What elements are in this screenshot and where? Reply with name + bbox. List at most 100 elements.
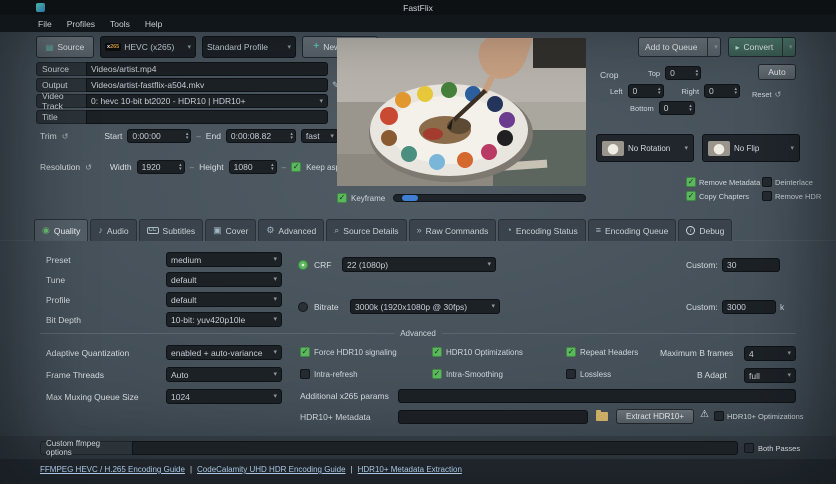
menu-profiles[interactable]: Profiles: [67, 19, 95, 29]
max-b-frames-select[interactable]: 4: [744, 346, 796, 361]
preview-slider[interactable]: [393, 194, 586, 202]
tab-advanced[interactable]: ⚙ Advanced: [258, 219, 325, 241]
add-to-queue-button[interactable]: Add to Queue: [638, 37, 722, 57]
menu-tools[interactable]: Tools: [110, 19, 130, 29]
deinterlace-checkbox[interactable]: [762, 177, 772, 187]
ffmpeg-guide-link[interactable]: FFMPEG HEVC / H.265 Encoding Guide: [40, 465, 185, 474]
trim-end-input[interactable]: 0:00:08.82: [225, 129, 296, 143]
bitrate-select[interactable]: 3000k (1920x1080p @ 30fps): [350, 299, 500, 314]
slider-handle[interactable]: [402, 195, 419, 201]
source-input[interactable]: [86, 62, 328, 76]
spinner-icon[interactable]: [271, 163, 274, 171]
trim-start-input[interactable]: 0:00:00: [127, 129, 192, 143]
aq-select[interactable]: enabled + auto-variance: [166, 345, 282, 360]
bit-depth-select[interactable]: 10-bit: yuv420p10le: [166, 312, 282, 327]
hdr10plus-extraction-link[interactable]: HDR10+ Metadata Extraction: [358, 465, 462, 474]
x265-params-input[interactable]: [398, 389, 796, 403]
x265-badge-icon: x 265: [105, 43, 122, 51]
chevron-down-icon: [790, 145, 794, 152]
tune-select[interactable]: default: [166, 272, 282, 287]
tab-subtitles[interactable]: CC Subtitles: [138, 219, 204, 241]
output-input[interactable]: [86, 78, 328, 92]
b-adapt-label: B Adapt: [697, 370, 727, 380]
crop-top-label: Top: [648, 68, 661, 78]
crop-top-input[interactable]: 0: [665, 66, 702, 80]
intra-smoothing-checkbox[interactable]: [432, 369, 442, 379]
intra-smoothing-row: Intra-Smoothing: [432, 369, 503, 379]
menu-help[interactable]: Help: [145, 19, 162, 29]
convert-button[interactable]: Convert: [728, 37, 797, 57]
tab-raw-commands[interactable]: » Raw Commands: [408, 219, 497, 241]
hdr10plus-optimizations-checkbox[interactable]: [714, 411, 724, 421]
lossless-checkbox[interactable]: [566, 369, 576, 379]
remove-hdr-checkbox[interactable]: [762, 191, 772, 201]
spinner-icon[interactable]: [735, 87, 738, 95]
folder-icon[interactable]: [596, 410, 608, 421]
spinner-icon[interactable]: [696, 69, 699, 77]
tab-audio[interactable]: ♪ Audio: [90, 219, 137, 241]
crf-select[interactable]: 22 (1080p): [342, 257, 496, 272]
bitrate-row: Bitrate 3000k (1920x1080p @ 30fps): [298, 299, 500, 314]
codecalamity-guide-link[interactable]: CodeCalamity UHD HDR Encoding Guide: [197, 465, 346, 474]
tab-source-details[interactable]: ⌕ Source Details: [326, 219, 407, 241]
bitrate-radio[interactable]: [298, 301, 308, 312]
width-input[interactable]: 1920: [136, 160, 185, 174]
encoding-profile-select[interactable]: Standard Profile: [202, 36, 296, 58]
menu-file[interactable]: File: [38, 19, 52, 29]
video-track-select[interactable]: 0: hevc 10-bit bt2020 - HDR10 | HDR10+: [86, 94, 328, 108]
copy-chapters-checkbox[interactable]: [686, 191, 696, 201]
resolution-reset-icon[interactable]: [85, 163, 92, 172]
repeat-headers-checkbox[interactable]: [566, 347, 576, 357]
crop-left-input[interactable]: 0: [627, 84, 664, 98]
flip-select[interactable]: No Flip: [702, 134, 800, 162]
extract-hdr10plus-button[interactable]: Extract HDR10+: [616, 409, 694, 424]
frame-threads-select[interactable]: Auto: [166, 367, 282, 382]
hdr10plus-metadata-input[interactable]: [398, 410, 588, 424]
tab-cover[interactable]: ▣ Cover: [205, 219, 257, 241]
intra-refresh-checkbox[interactable]: [300, 369, 310, 379]
tab-encoding-queue[interactable]: ≡ Encoding Queue: [587, 219, 677, 241]
tab-encoding-status[interactable]: ◔ Encoding Status: [498, 219, 586, 241]
keep-aspect-checkbox[interactable]: [291, 162, 302, 172]
spinner-icon[interactable]: [658, 87, 661, 95]
divider: [441, 333, 796, 334]
crop-bottom-input[interactable]: 0: [658, 101, 695, 115]
crf-radio[interactable]: [298, 259, 308, 270]
tab-quality[interactable]: ◉ Quality: [34, 219, 89, 241]
tab-debug[interactable]: i Debug: [678, 219, 733, 241]
max-muxing-select[interactable]: 1024: [166, 389, 282, 404]
title-bar[interactable]: FastFlix: [0, 0, 836, 15]
height-input[interactable]: 1080: [228, 160, 277, 174]
encoding-profile-value: Standard Profile: [207, 42, 268, 52]
bitrate-custom-input[interactable]: [722, 300, 776, 314]
source-button[interactable]: Source: [36, 36, 94, 58]
preset-select[interactable]: medium: [166, 252, 282, 267]
title-input[interactable]: [86, 110, 328, 124]
rotation-value: No Rotation: [628, 143, 671, 153]
remove-metadata-checkbox[interactable]: [686, 177, 696, 187]
add-to-queue-menu-segment[interactable]: [707, 38, 720, 56]
chevron-down-icon: [273, 296, 277, 303]
crf-custom-input[interactable]: [722, 258, 780, 272]
codec-select[interactable]: x 265 HEVC (x265): [100, 36, 196, 58]
profile-select[interactable]: default: [166, 292, 282, 307]
crop-right-input[interactable]: 0: [704, 84, 741, 98]
rotation-select[interactable]: No Rotation: [596, 134, 694, 162]
keyframe-checkbox[interactable]: [337, 193, 347, 203]
auto-crop-button[interactable]: Auto: [758, 64, 796, 80]
hdr10-optimizations-checkbox[interactable]: [432, 347, 442, 357]
custom-ffmpeg-input[interactable]: [132, 441, 738, 455]
convert-menu-segment[interactable]: [782, 38, 795, 56]
spinner-icon[interactable]: [689, 104, 692, 112]
spinner-icon[interactable]: [186, 132, 189, 140]
force-hdr10-checkbox[interactable]: [300, 347, 310, 357]
trim-reset-icon[interactable]: [62, 132, 69, 141]
b-adapt-select[interactable]: full: [744, 368, 796, 383]
spinner-icon[interactable]: [290, 132, 293, 140]
source-row: Source: [36, 62, 328, 76]
trim-row: Trim Start 0:00:00 End 0:00:08.82 fast: [40, 129, 339, 143]
reset-crop-button[interactable]: Reset: [752, 90, 781, 99]
trim-speed-select[interactable]: fast: [300, 129, 339, 143]
spinner-icon[interactable]: [179, 163, 182, 171]
both-passes-checkbox[interactable]: [744, 443, 754, 453]
